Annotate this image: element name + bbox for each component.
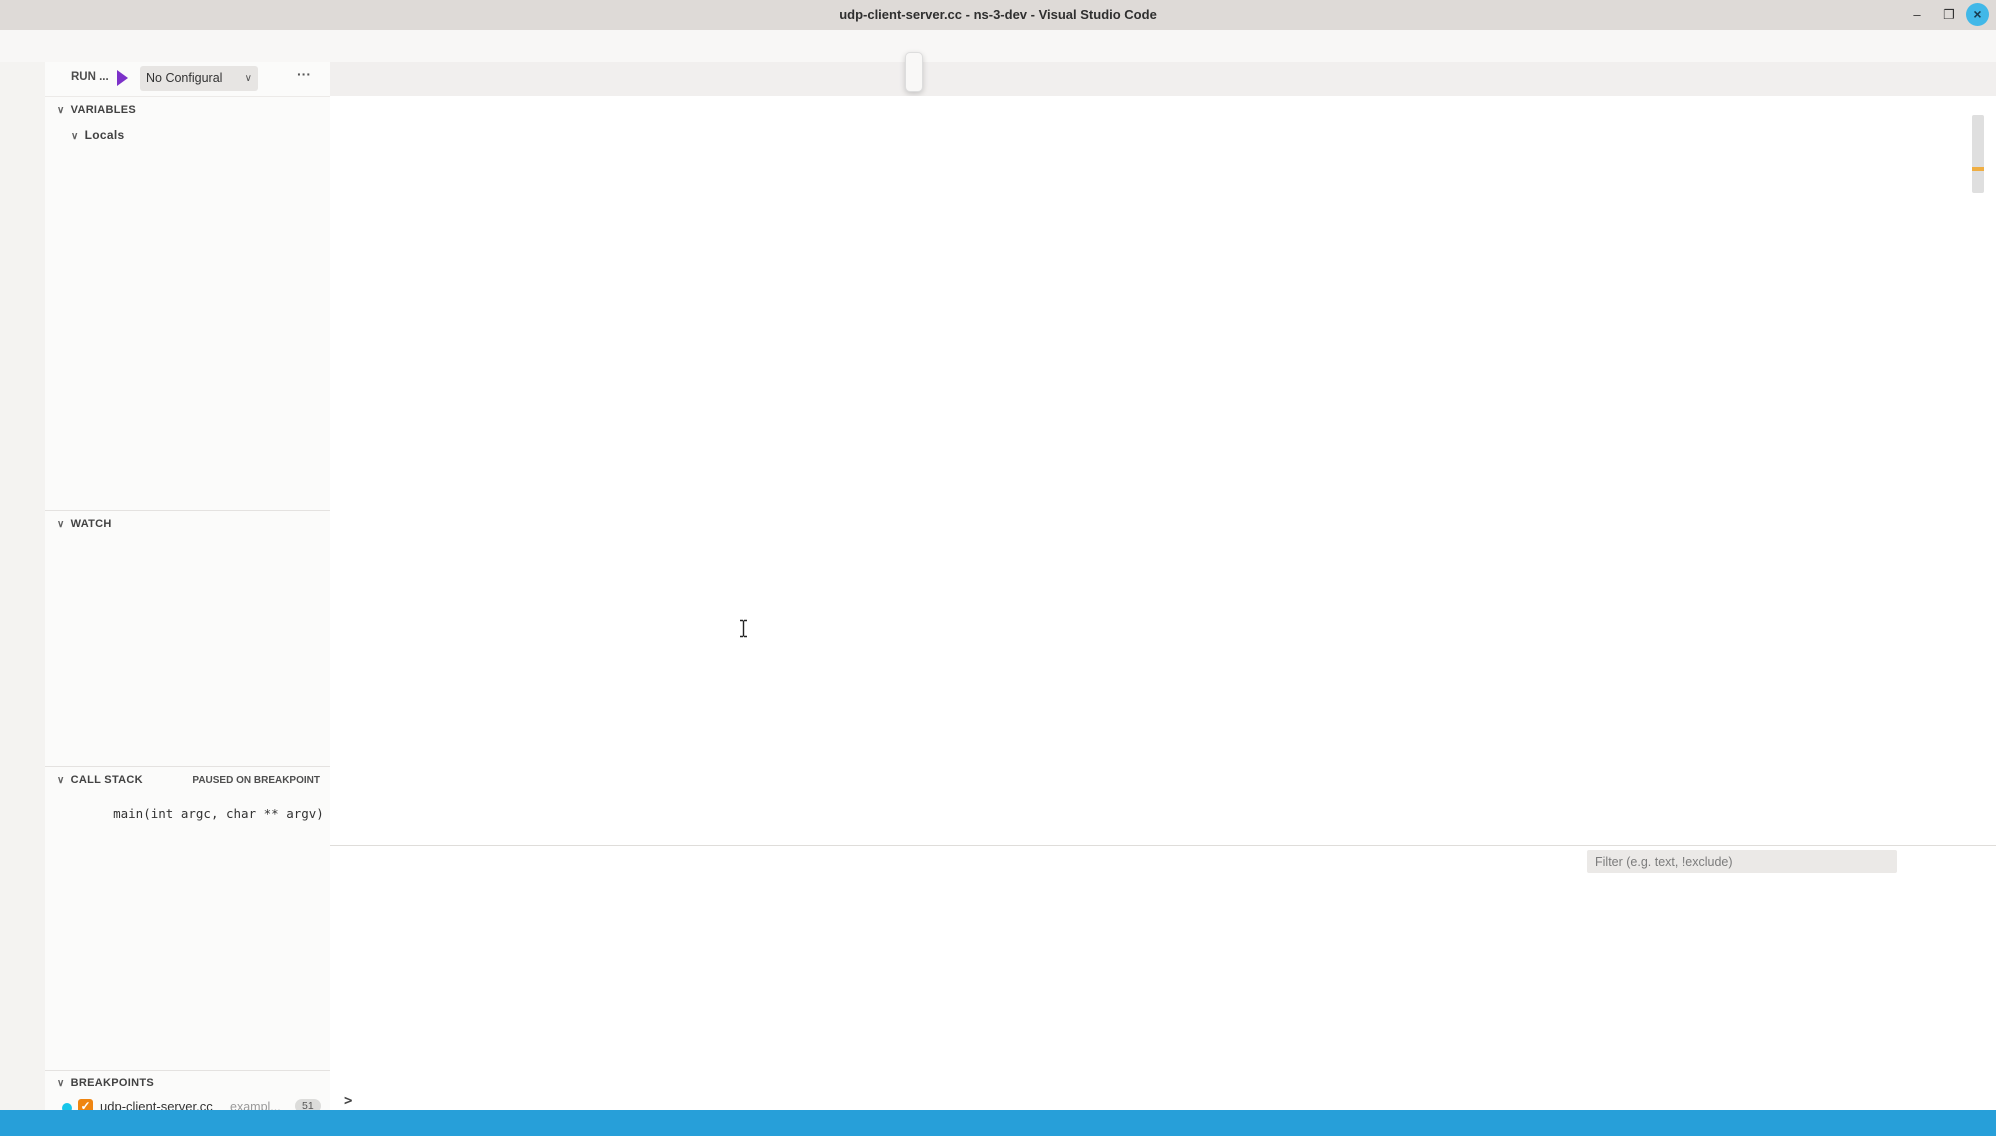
chevron-down-icon: ∨ (57, 1078, 65, 1089)
chevron-down-icon: ∨ (57, 519, 65, 530)
paused-on-breakpoint-badge: PAUSED ON BREAKPOINT (192, 775, 320, 786)
minimap[interactable] (1862, 115, 1966, 390)
editor-tab-bar (330, 62, 1996, 96)
call-stack-section-header[interactable]: ∨CALL STACK (57, 774, 143, 786)
status-bar (0, 1110, 1996, 1136)
watch-section-header[interactable]: ∨WATCH (57, 518, 112, 530)
debug-sidebar: RUN ... No Configural ∨ ··· ∨VARIABLES ∨… (45, 62, 331, 1110)
variables-section-header[interactable]: ∨VARIABLES (57, 104, 136, 116)
console-filter-input[interactable] (1587, 850, 1897, 873)
chevron-down-icon: ∨ (57, 775, 65, 786)
text-cursor-pointer (738, 619, 749, 638)
menu-bar (0, 30, 1996, 62)
console-prompt: > (344, 1093, 352, 1109)
editor-scrollbar[interactable] (1972, 115, 1984, 193)
window-title: udp-client-server.cc - ns-3-dev - Visual… (0, 0, 1996, 30)
debug-toolbar (905, 52, 923, 92)
restore-icon[interactable]: ❐ (1940, 7, 1958, 23)
debug-console-output[interactable] (330, 876, 1996, 1093)
title-bar: udp-client-server.cc - ns-3-dev - Visual… (0, 0, 1996, 31)
config-dropdown-label: No Configural (146, 66, 222, 91)
chevron-down-icon: ∨ (245, 66, 252, 91)
activity-bar (0, 62, 46, 1110)
run-label: RUN ... (71, 71, 109, 83)
debug-config-dropdown[interactable]: No Configural ∨ (140, 66, 258, 91)
code-editor[interactable] (330, 122, 1996, 845)
console-input-row[interactable]: > (330, 1093, 1996, 1111)
call-stack-frame[interactable]: main(int argc, char ** argv) u. (83, 791, 354, 836)
more-actions-icon[interactable]: ··· (297, 66, 311, 82)
minimize-icon[interactable]: – (1908, 7, 1926, 23)
close-window-icon[interactable]: × (1966, 3, 1989, 26)
breakpoints-section-header[interactable]: ∨BREAKPOINTS (57, 1077, 154, 1089)
chevron-down-icon: ∨ (57, 105, 65, 116)
bottom-panel: > (330, 845, 1996, 1111)
chevron-down-icon: ∨ (71, 131, 79, 142)
start-debug-icon[interactable] (117, 70, 128, 86)
scrollbar-warning-mark (1972, 167, 1984, 171)
locals-scope[interactable]: ∨Locals (71, 128, 124, 142)
breadcrumb (330, 96, 1996, 122)
run-panel-header: RUN ... No Configural ∨ ··· (45, 62, 330, 97)
